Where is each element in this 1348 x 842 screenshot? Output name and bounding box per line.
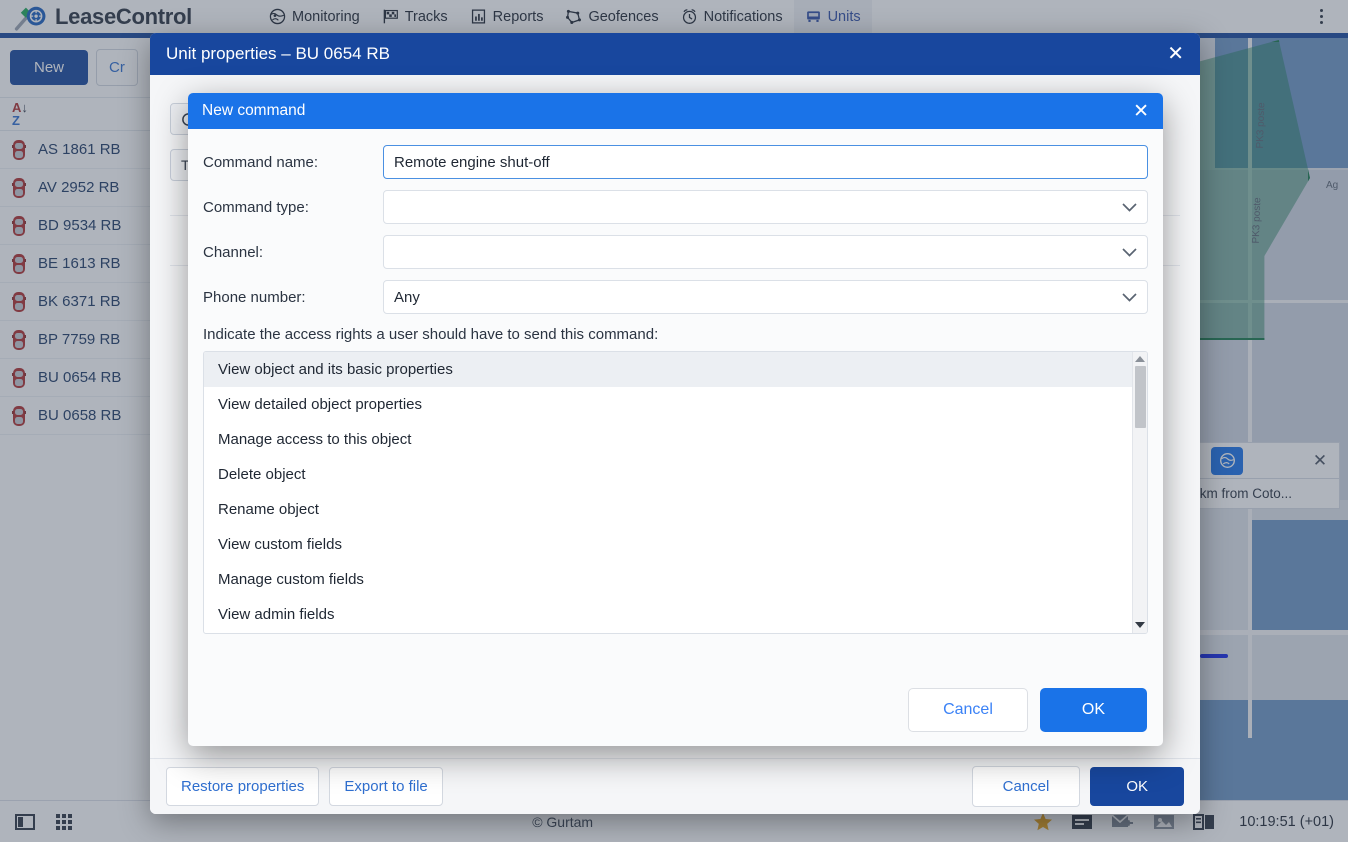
command-dialog-header: New command ✕ [188,93,1163,129]
phone-number-select[interactable]: Any [383,280,1148,314]
command-dialog-title: New command [202,102,305,120]
unit-dialog-title: Unit properties – BU 0654 RB [166,44,390,64]
command-type-select[interactable] [383,190,1148,224]
access-right-item[interactable]: View detailed object properties [204,387,1132,422]
channel-select[interactable] [383,235,1148,269]
scroll-up-arrow-icon[interactable] [1135,356,1145,362]
access-right-item[interactable]: Manage custom fields [204,562,1132,597]
restore-properties-button[interactable]: Restore properties [166,767,319,806]
unit-dialog-footer: Restore properties Export to file Cancel… [150,758,1200,814]
channel-row: Channel: [203,235,1148,269]
close-icon[interactable]: ✕ [1133,102,1149,121]
chevron-down-icon [1122,244,1137,261]
access-right-item[interactable]: Rename object [204,492,1132,527]
command-dialog-footer: Cancel OK [188,674,1163,746]
command-type-row: Command type: [203,190,1148,224]
access-rights-list: View object and its basic propertiesView… [204,352,1132,633]
command-name-label: Command name: [203,154,383,171]
chevron-down-icon [1122,199,1137,216]
phone-number-value: Any [394,289,420,306]
access-right-item[interactable]: Delete object [204,457,1132,492]
command-cancel-button[interactable]: Cancel [908,688,1028,732]
scrollbar-thumb[interactable] [1135,366,1146,428]
command-dialog-body: Command name: Command type: Channel: [188,129,1163,674]
application-window: PK3 poste PK3 poste Ag [0,0,1348,842]
access-right-item[interactable]: View admin fields [204,597,1132,632]
command-name-input[interactable] [383,145,1148,179]
command-ok-button[interactable]: OK [1040,688,1147,732]
channel-label: Channel: [203,244,383,261]
chevron-down-icon [1122,289,1137,306]
unit-ok-button[interactable]: OK [1090,767,1184,806]
new-command-dialog: New command ✕ Command name: Command type… [188,93,1163,746]
export-to-file-button[interactable]: Export to file [329,767,442,806]
command-type-label: Command type: [203,199,383,216]
unit-cancel-button[interactable]: Cancel [972,766,1081,807]
scroll-down-arrow-icon[interactable] [1135,622,1145,628]
access-rights-hint: Indicate the access rights a user should… [203,326,1148,343]
close-icon[interactable]: ✕ [1167,44,1184,64]
unit-dialog-header: Unit properties – BU 0654 RB ✕ [150,33,1200,75]
access-right-item[interactable]: Manage access to this object [204,422,1132,457]
phone-number-row: Phone number: Any [203,280,1148,314]
access-rights-box: View object and its basic propertiesView… [203,351,1148,634]
phone-number-label: Phone number: [203,289,383,306]
access-right-item[interactable]: View custom fields [204,527,1132,562]
access-right-item[interactable]: View object and its basic properties [204,352,1132,387]
command-name-row: Command name: [203,145,1148,179]
access-rights-scrollbar[interactable] [1132,352,1147,633]
